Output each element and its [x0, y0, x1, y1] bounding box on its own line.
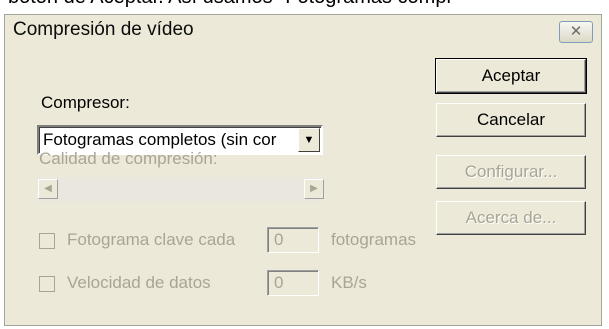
window-title: Compresión de vídeo: [13, 19, 194, 40]
video-compression-dialog: Compresión de vídeo ✕ Compresor: Fotogra…: [4, 14, 602, 326]
close-button[interactable]: ✕: [559, 21, 593, 43]
about-button[interactable]: Acerca de...: [436, 201, 586, 235]
quality-label: Calidad de compresión:: [39, 149, 218, 168]
compressor-selected-value: Fotogramas completos (sin cor: [43, 130, 277, 149]
datarate-label: Velocidad de datos: [67, 273, 211, 292]
compressor-label: Compresor:: [41, 93, 130, 112]
datarate-checkbox[interactable]: [39, 276, 55, 292]
datarate-input[interactable]: 0: [267, 270, 319, 296]
cancel-button[interactable]: Cancelar: [436, 103, 586, 137]
keyframe-unit: fotogramas: [331, 230, 417, 249]
keyframe-input[interactable]: 0: [267, 227, 319, 253]
quality-slider[interactable]: ◀ ▶: [37, 177, 325, 203]
scroll-right-icon[interactable]: ▶: [304, 179, 324, 199]
title-bar: Compresión de vídeo ✕: [5, 15, 601, 51]
datarate-unit: KB/s: [331, 273, 367, 292]
accept-button[interactable]: Aceptar: [435, 58, 587, 94]
keyframe-label: Fotograma clave cada: [67, 230, 236, 249]
close-icon: ✕: [569, 23, 583, 40]
configure-button[interactable]: Configurar...: [436, 155, 586, 189]
chevron-down-icon[interactable]: ▼: [298, 128, 320, 152]
caption-fragment: botón de Aceptar. Así usamos "Fotogramas…: [0, 0, 609, 8]
keyframe-checkbox[interactable]: [39, 233, 55, 249]
scroll-left-icon[interactable]: ◀: [38, 179, 58, 199]
